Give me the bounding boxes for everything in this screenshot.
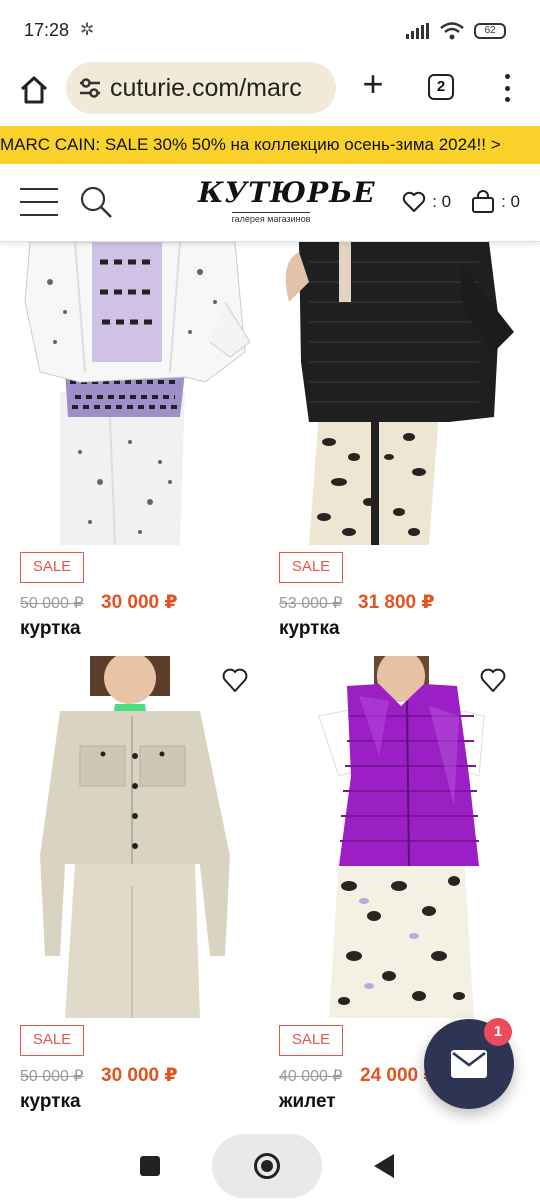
url-text: cuturie.com/marc [110, 73, 302, 102]
site-logo[interactable]: КУТЮРЬЕ галерея магазинов [198, 176, 376, 227]
home-icon[interactable] [18, 74, 50, 106]
product-grid: SALE 50 000 ₽ 30 000 ₽ куртка SALE 53 00… [0, 242, 540, 1132]
old-price: 53 000 ₽ [279, 595, 343, 612]
product-image[interactable] [20, 242, 260, 545]
product-title[interactable]: куртка [279, 618, 340, 640]
system-nav-bar [0, 1132, 540, 1200]
product-image[interactable] [279, 242, 519, 545]
bag-icon[interactable] [471, 190, 495, 214]
old-price: 50 000 ₽ [20, 1068, 84, 1085]
sale-price: 30 000 ₽ [101, 592, 178, 613]
heart-icon[interactable] [479, 667, 507, 693]
sale-badge: SALE [20, 552, 84, 583]
product-title[interactable]: куртка [20, 618, 81, 640]
tabs-icon[interactable]: 2 [428, 74, 454, 100]
wishlist-count: : 0 [432, 192, 452, 211]
recents-button[interactable] [140, 1156, 160, 1176]
product-image[interactable] [279, 656, 519, 1018]
product-title[interactable]: куртка [20, 1091, 81, 1113]
sale-badge: SALE [279, 1025, 343, 1056]
back-button[interactable] [374, 1154, 394, 1178]
site-header: КУТЮРЬЕ галерея магазинов : 0 : 0 [0, 164, 540, 242]
heart-icon[interactable] [402, 191, 426, 213]
sale-price: 31 800 ₽ [358, 592, 435, 613]
product-image[interactable] [20, 656, 260, 1018]
status-bar: 17:28 ✲ 62 [0, 0, 540, 62]
home-button[interactable] [212, 1134, 322, 1198]
product-title[interactable]: жилет [279, 1091, 336, 1113]
signal-icon [406, 23, 429, 39]
cart-count: : 0 [501, 192, 520, 211]
browser-toolbar: cuturie.com/marc + 2 [0, 62, 540, 126]
old-price: 40 000 ₽ [279, 1068, 343, 1085]
header-actions: : 0 : 0 [402, 190, 520, 214]
gear-icon: ✲ [80, 20, 95, 39]
hamburger-icon[interactable] [20, 188, 58, 216]
site-settings-icon[interactable] [78, 77, 102, 99]
mail-icon [451, 1050, 487, 1078]
logo-tagline: галерея магазинов [231, 212, 311, 224]
promo-banner[interactable]: MARC CAIN: SALE 30% 50% на коллекцию осе… [0, 126, 540, 164]
more-vert-icon[interactable] [500, 72, 514, 104]
wifi-icon [440, 22, 464, 40]
status-time: 17:28 [24, 20, 70, 40]
sale-badge: SALE [279, 552, 343, 583]
plus-icon[interactable]: + [358, 66, 388, 102]
search-icon[interactable] [78, 184, 114, 220]
status-icons: 62 [406, 22, 506, 40]
sale-badge: SALE [20, 1025, 84, 1056]
heart-icon[interactable] [221, 667, 249, 693]
logo-name: КУТЮРЬЕ [198, 176, 376, 209]
sale-price: 30 000 ₽ [101, 1065, 178, 1086]
old-price: 50 000 ₽ [20, 595, 84, 612]
chat-unread-badge: 1 [484, 1018, 512, 1046]
battery-indicator: 62 [474, 23, 506, 39]
address-bar[interactable]: cuturie.com/marc [66, 62, 336, 114]
